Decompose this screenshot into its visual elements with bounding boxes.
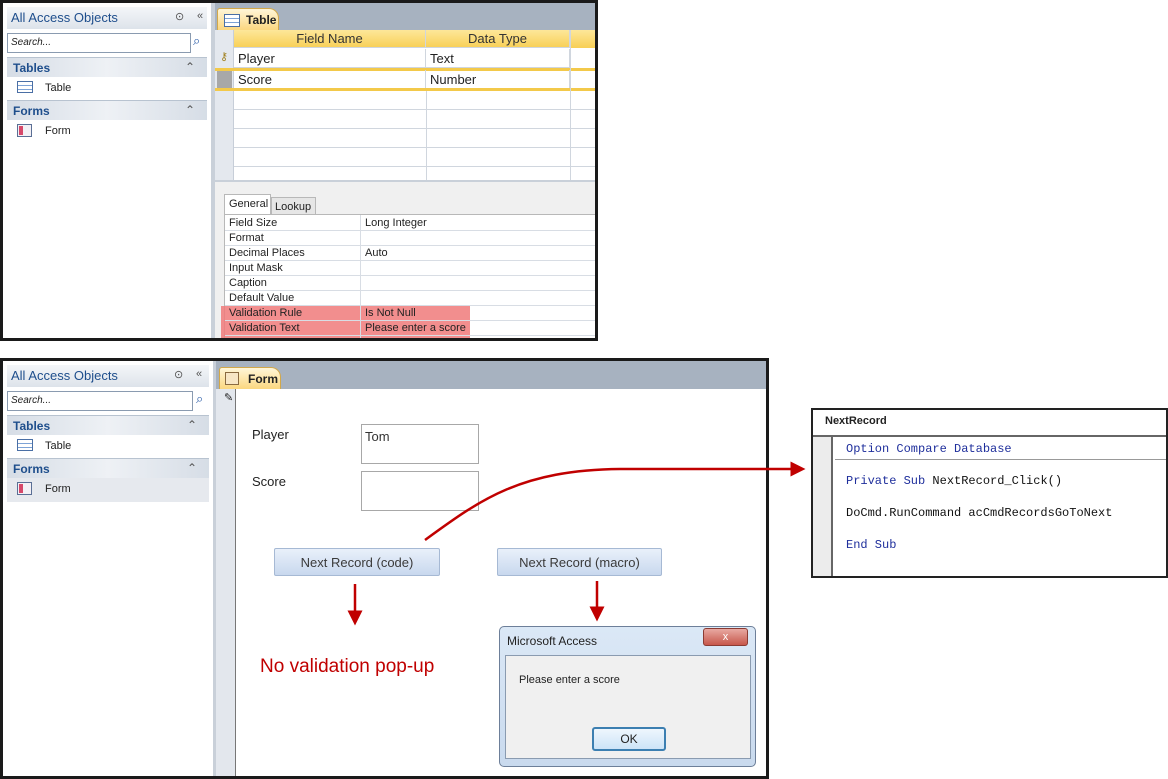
annotation-arrows <box>347 461 806 626</box>
curved-arrow-to-code <box>424 461 806 542</box>
